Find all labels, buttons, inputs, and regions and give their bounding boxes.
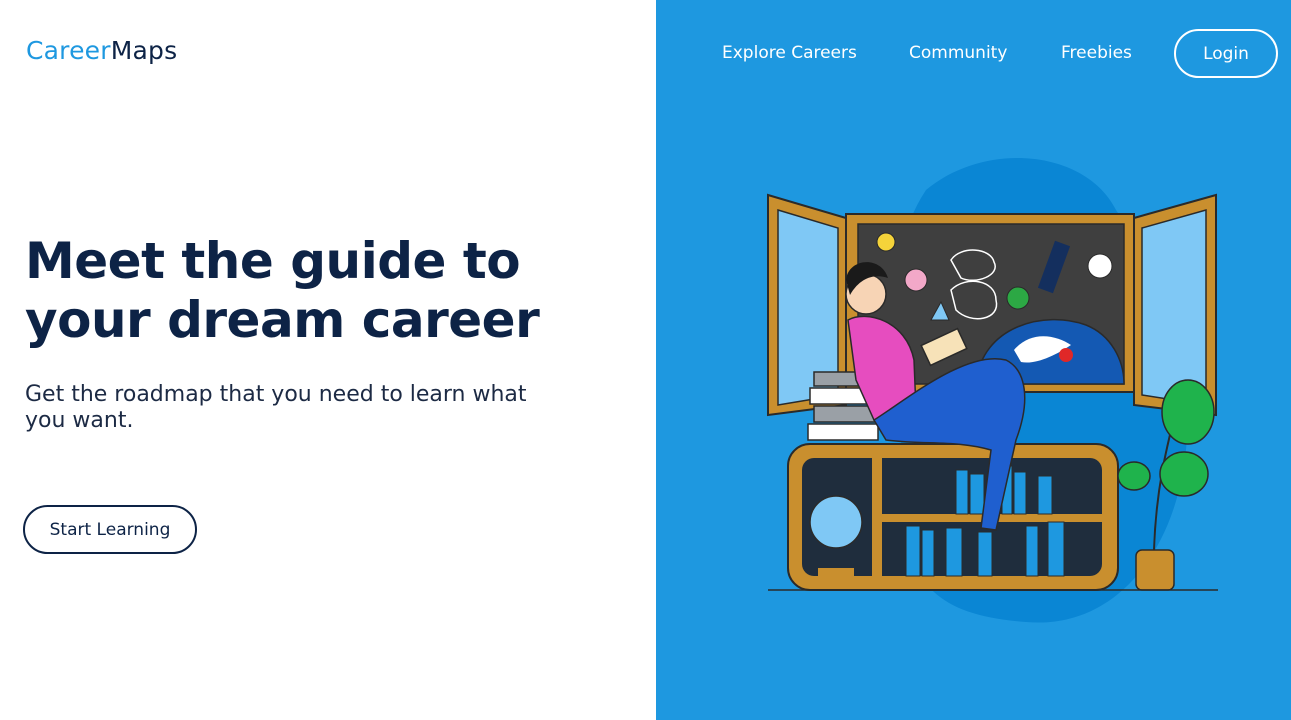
login-button[interactable]: Login	[1174, 29, 1278, 78]
apple-icon	[1059, 348, 1073, 362]
desk-globe	[809, 495, 863, 549]
lightbulb-icon	[876, 232, 896, 252]
brand-logo-part1: Career	[26, 36, 111, 65]
start-learning-button[interactable]: Start Learning	[23, 505, 197, 554]
person-reading-illustration	[767, 157, 1218, 623]
virus-icon	[1006, 286, 1030, 310]
hero-headline-line1: Meet the guide to	[25, 232, 521, 290]
hero-left-panel: CareerMaps Meet the guide to your dream …	[0, 0, 656, 720]
skull-icon	[1087, 253, 1113, 279]
plant-leaf-mid	[1159, 451, 1209, 497]
brain-icon	[904, 268, 928, 292]
hero-right-panel: Explore Careers Community Freebies Login	[656, 0, 1291, 720]
hero-headline: Meet the guide to your dream career	[25, 232, 585, 350]
plant-leaf-small	[1117, 461, 1151, 491]
right-window-pane	[1141, 209, 1207, 406]
brand-logo-part2: Maps	[110, 36, 178, 65]
brand-logo[interactable]: CareerMaps	[26, 36, 177, 65]
shelf-divider	[872, 458, 882, 576]
nav-link-explore-careers[interactable]: Explore Careers	[722, 43, 857, 63]
hero-subheadline: Get the roadmap that you need to learn w…	[25, 382, 527, 433]
plant-leaf-large	[1161, 379, 1215, 445]
nav-link-community[interactable]: Community	[909, 43, 1007, 63]
hero-headline-line2: your dream career	[25, 291, 540, 349]
plant-pot	[1135, 549, 1175, 591]
nav-link-freebies[interactable]: Freebies	[1061, 43, 1132, 63]
globe-stand	[818, 568, 854, 576]
top-navigation: Explore Careers Community Freebies Login	[656, 0, 1291, 108]
